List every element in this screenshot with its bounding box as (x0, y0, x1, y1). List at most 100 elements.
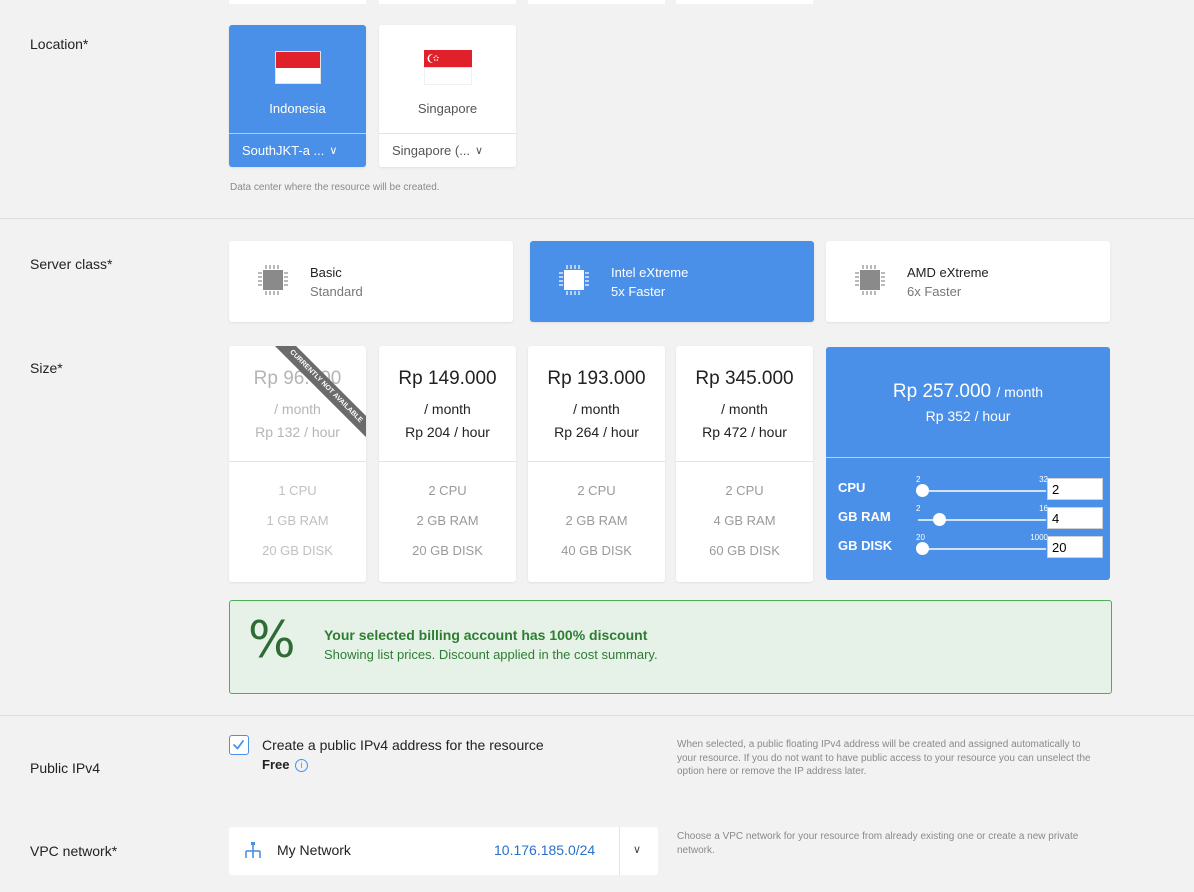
vpc-network-name: My Network (277, 842, 351, 858)
ram-slider-row: GB RAM 2 16 (838, 504, 1103, 530)
location-name: Singapore (417, 101, 478, 116)
plan-disk: 60 GB DISK (709, 543, 780, 558)
vpc-cidr: 10.176.185.0/24 (494, 842, 596, 858)
plan-period: / month (424, 401, 471, 417)
cpu-chip-icon (559, 265, 589, 295)
plan-disk: 20 GB DISK (412, 543, 483, 558)
plan-cpu: 2 CPU (428, 483, 467, 498)
chevron-down-icon: ∨ (329, 145, 338, 157)
slider-max: 16 (1039, 504, 1048, 513)
singapore-flag-icon (423, 50, 473, 86)
server-class-sub: 6x Faster (907, 284, 962, 299)
slider-max: 1000 (1030, 533, 1048, 542)
public-ipv4-label: Public IPv4 (30, 760, 101, 776)
vpc-network-select[interactable]: My Network 10.176.185.0/24 ∨ (229, 827, 658, 875)
plan-hourly: Rp 472 / hour (702, 424, 787, 440)
datacenter-value: Singapore (... (392, 143, 471, 158)
size-plan-1: Rp 96.000 / month Rp 132 / hour 1 CPU 1 … (229, 346, 366, 582)
cpu-input[interactable] (1047, 478, 1103, 500)
server-class-amd-extreme[interactable]: AMD eXtreme 6x Faster (826, 241, 1110, 322)
plan-disk: 20 GB DISK (262, 543, 333, 558)
vpc-note: Choose a VPC network for your resource f… (677, 831, 1079, 856)
card-edge (676, 0, 813, 4)
ram-slider-handle[interactable] (933, 513, 946, 526)
plan-hourly: Rp 204 / hour (405, 424, 490, 440)
custom-period: / month (996, 384, 1044, 400)
info-icon[interactable]: i (295, 759, 309, 772)
checkmark-icon (233, 740, 244, 750)
datacenter-select[interactable]: Singapore (... ∨ (379, 133, 516, 167)
slider-min: 2 (916, 475, 921, 484)
card-edge (229, 0, 366, 4)
ram-input[interactable] (1047, 507, 1103, 529)
plan-ram: 2 GB RAM (416, 513, 479, 528)
size-plan-3[interactable]: Rp 193.000 / month Rp 264 / hour 2 CPU 2… (528, 346, 665, 582)
public-ipv4-option-label[interactable]: Create a public IPv4 address for the res… (262, 737, 544, 753)
card-edge (379, 0, 516, 4)
custom-size-plan[interactable]: Rp 257.000 / month Rp 352 / hour CPU 2 3… (826, 347, 1110, 580)
custom-hourly: Rp 352 / hour (925, 408, 1011, 424)
server-class-intel-extreme[interactable]: Intel eXtreme 5x Faster (530, 241, 814, 322)
unavailable-ribbon: CURRENTLY NOT AVAILABLE (267, 346, 366, 445)
server-class-name: AMD eXtreme (907, 265, 989, 280)
location-label: Location* (30, 36, 89, 52)
slider-label: GB DISK (838, 538, 893, 553)
size-plan-4[interactable]: Rp 345.000 / month Rp 472 / hour 2 CPU 4… (676, 346, 813, 582)
plan-ram: 4 GB RAM (713, 513, 776, 528)
plan-cpu: 1 CPU (278, 483, 317, 498)
slider-label: GB RAM (838, 509, 891, 524)
location-option-singapore[interactable]: Singapore Singapore (... ∨ (379, 25, 516, 167)
slider-max: 32 (1039, 475, 1048, 484)
plan-disk: 40 GB DISK (561, 543, 632, 558)
plan-period: / month (721, 401, 768, 417)
cpu-slider-row: CPU 2 32 (838, 475, 1103, 501)
size-plan-2[interactable]: Rp 149.000 / month Rp 204 / hour 2 CPU 2… (379, 346, 516, 582)
slider-min: 2 (916, 504, 921, 513)
card-edge (528, 0, 665, 4)
size-label: Size* (30, 360, 63, 376)
server-class-basic[interactable]: Basic Standard (229, 241, 513, 322)
datacenter-value: SouthJKT-a ... (242, 143, 325, 158)
plan-ram: 1 GB RAM (266, 513, 329, 528)
plan-period: / month (573, 401, 620, 417)
public-ipv4-price: Free (262, 757, 290, 772)
server-class-name: Basic (310, 265, 342, 280)
disk-slider-handle[interactable] (916, 542, 929, 555)
disk-slider-row: GB DISK 20 1000 (838, 533, 1103, 559)
discount-title: Your selected billing account has 100% d… (324, 627, 648, 643)
plan-price: Rp 193.000 (547, 368, 646, 389)
network-icon (245, 842, 261, 858)
indonesia-flag-icon (275, 51, 321, 84)
section-divider (0, 715, 1194, 716)
plan-cpu: 2 CPU (577, 483, 616, 498)
server-class-name: Intel eXtreme (611, 265, 689, 280)
custom-price: Rp 257.000 (892, 381, 992, 402)
discount-banner: % Your selected billing account has 100%… (229, 600, 1112, 694)
disk-input[interactable] (1047, 536, 1103, 558)
chevron-down-icon: ∨ (475, 145, 484, 157)
location-hint: Data center where the resource will be c… (230, 182, 440, 193)
public-ipv4-note: When selected, a public floating IPv4 ad… (677, 739, 1091, 777)
slider-label: CPU (838, 480, 866, 495)
chevron-down-icon[interactable]: ∨ (633, 843, 641, 856)
plan-price: Rp 149.000 (398, 368, 497, 389)
datacenter-select[interactable]: SouthJKT-a ... ∨ (229, 133, 366, 167)
plan-ram: 2 GB RAM (565, 513, 628, 528)
cpu-chip-icon (258, 265, 288, 295)
plan-hourly: Rp 264 / hour (554, 424, 639, 440)
server-class-sub: Standard (310, 284, 363, 299)
section-divider (0, 218, 1194, 219)
plan-price: Rp 345.000 (695, 368, 794, 389)
plan-cpu: 2 CPU (725, 483, 764, 498)
server-class-label: Server class* (30, 256, 113, 272)
disk-slider[interactable] (918, 548, 1046, 550)
server-class-sub: 5x Faster (611, 284, 666, 299)
public-ipv4-checkbox[interactable] (229, 735, 249, 755)
percent-icon: % (248, 611, 296, 669)
slider-min: 20 (916, 533, 925, 542)
cpu-slider[interactable] (918, 490, 1046, 492)
location-option-indonesia[interactable]: Indonesia SouthJKT-a ... ∨ (229, 25, 366, 167)
discount-text: Showing list prices. Discount applied in… (324, 647, 658, 662)
cpu-slider-handle[interactable] (916, 484, 929, 497)
location-name: Indonesia (269, 101, 326, 116)
